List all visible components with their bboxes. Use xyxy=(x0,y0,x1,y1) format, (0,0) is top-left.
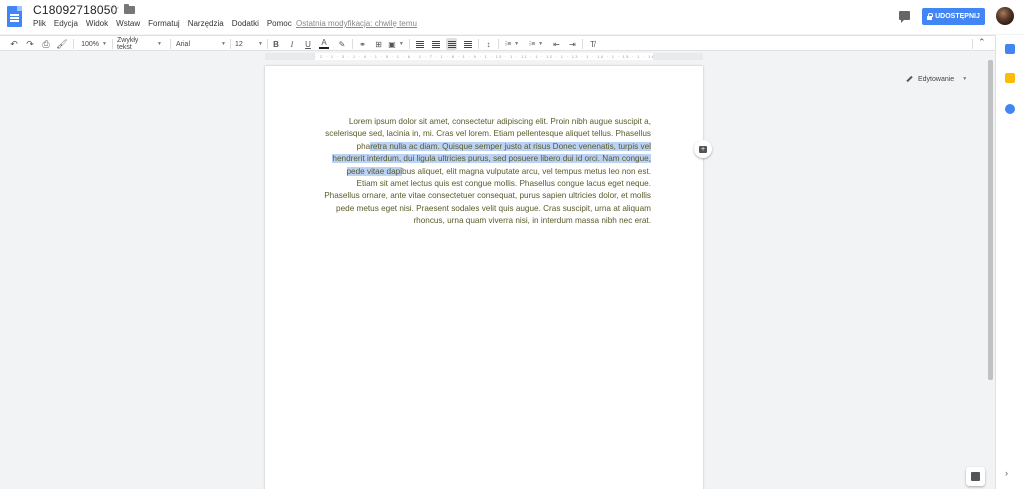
align-center-icon[interactable] xyxy=(430,38,441,50)
line-spacing-icon[interactable]: ↕ xyxy=(483,38,494,50)
insert-image-icon[interactable]: ▣ ▼ xyxy=(388,38,404,50)
explore-icon xyxy=(971,472,980,481)
style-select[interactable]: Zwykły tekst ▼ xyxy=(117,37,162,51)
add-comment-button[interactable]: + xyxy=(694,140,712,158)
bold-icon[interactable]: B xyxy=(271,38,281,50)
menu-item-plik[interactable]: Plik xyxy=(33,19,46,28)
increase-indent-icon[interactable]: ⇥ xyxy=(567,38,578,50)
undo-icon[interactable]: ↶ xyxy=(8,38,20,50)
editing-mode-select[interactable]: Edytowanie ▼ xyxy=(906,73,967,85)
folder-icon[interactable] xyxy=(124,4,135,14)
menu-item-widok[interactable]: Widok xyxy=(86,19,108,28)
italic-icon[interactable]: I xyxy=(287,38,297,50)
numbered-list-icon[interactable]: ⁝≡ ▼ xyxy=(503,38,521,50)
menu-item-formatuj[interactable]: Formatuj xyxy=(148,19,180,28)
font-select[interactable]: Arial ▼ xyxy=(176,38,226,50)
menu-item-dodatki[interactable]: Dodatki xyxy=(232,19,259,28)
chevron-right-icon[interactable]: › xyxy=(1005,468,1008,478)
document-body[interactable]: Lorem ipsum dolor sit amet, consectetur … xyxy=(324,116,651,228)
docs-logo-icon[interactable] xyxy=(7,6,22,27)
print-icon[interactable]: ⎙ xyxy=(40,38,52,50)
link-icon[interactable]: ⚭ xyxy=(357,38,368,50)
explore-button[interactable] xyxy=(966,467,985,486)
pencil-icon xyxy=(906,75,913,83)
insert-comment-icon[interactable]: ⊞ xyxy=(373,38,384,50)
scrollbar-thumb[interactable] xyxy=(988,60,993,380)
align-justify-icon[interactable] xyxy=(462,38,473,50)
lock-icon xyxy=(927,12,933,20)
font-value: Arial xyxy=(176,40,191,48)
clear-formatting-icon[interactable]: T̸ xyxy=(587,38,598,50)
header-bar: C18092718050 ☆ Plik Edycja Widok Wstaw F… xyxy=(0,0,1024,34)
style-value: Zwykły tekst xyxy=(117,37,139,51)
menu-bar: Plik Edycja Widok Wstaw Formatuj Narzędz… xyxy=(33,19,300,28)
calendar-icon[interactable] xyxy=(1005,44,1015,54)
share-button-label: UDOSTĘPNIJ xyxy=(935,13,980,20)
paint-format-icon[interactable]: 🖌 xyxy=(56,38,68,50)
ruler-right-margin[interactable] xyxy=(653,53,703,60)
menu-item-wstaw[interactable]: Wstaw xyxy=(116,19,140,28)
align-left-icon[interactable] xyxy=(414,38,425,50)
chevron-up-icon[interactable]: ⌃ xyxy=(978,37,986,48)
toolbar: ↶ ↷ ⎙ 🖌 100% ▼ Zwykły tekst ▼ Arial ▼ 12 ▼ B… xyxy=(0,35,1024,83)
menu-item-narzedzia[interactable]: Narzędzia xyxy=(188,19,224,28)
decrease-indent-icon[interactable]: ⇤ xyxy=(551,38,562,50)
keep-icon[interactable] xyxy=(1005,73,1015,83)
add-comment-icon: + xyxy=(699,145,707,153)
zoom-select[interactable]: 100% ▼ xyxy=(79,38,109,50)
ruler[interactable]: 1 · 2 · 1 · 1 · 1 · 2 · 1 · 3 · 1 · 4 · … xyxy=(265,53,703,60)
menu-item-edycja[interactable]: Edycja xyxy=(54,19,78,28)
document-page[interactable]: Lorem ipsum dolor sit amet, consectetur … xyxy=(265,66,703,489)
avatar[interactable] xyxy=(996,7,1014,25)
comments-icon[interactable] xyxy=(899,11,910,23)
share-button[interactable]: UDOSTĘPNIJ xyxy=(922,8,985,25)
editing-mode-label: Edytowanie xyxy=(918,75,955,83)
align-right-icon[interactable] xyxy=(446,38,457,50)
ruler-left-margin[interactable] xyxy=(265,53,315,60)
highlight-icon[interactable]: ✎ xyxy=(337,38,347,50)
underline-icon[interactable]: U xyxy=(303,38,313,50)
tasks-icon[interactable] xyxy=(1005,104,1015,114)
menu-item-pomoc[interactable]: Pomoc xyxy=(267,19,292,28)
zoom-value: 100% xyxy=(81,40,99,48)
document-title[interactable]: C18092718050 xyxy=(33,3,117,17)
font-size-select[interactable]: 12 ▼ xyxy=(235,38,263,50)
text-color-icon[interactable]: A xyxy=(319,38,329,49)
last-edit-link[interactable]: Ostatnia modyfikacja: chwilę temu xyxy=(296,19,417,28)
font-size-value: 12 xyxy=(235,40,243,48)
star-icon[interactable]: ☆ xyxy=(109,2,120,16)
bulleted-list-icon[interactable]: ⁝≡ ▼ xyxy=(527,38,545,50)
redo-icon[interactable]: ↷ xyxy=(24,38,36,50)
